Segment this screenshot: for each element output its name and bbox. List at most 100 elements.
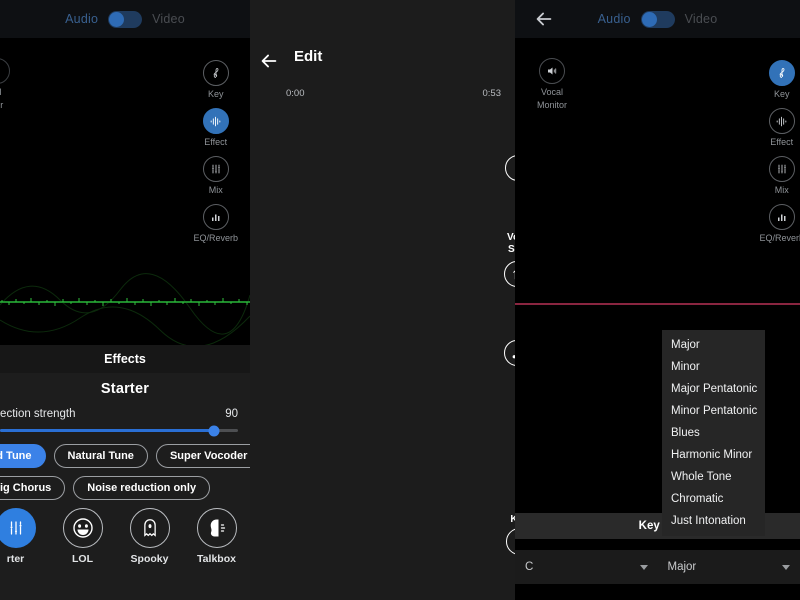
rail-item-mix[interactable]: Mix <box>768 156 795 195</box>
scale-select-value: Major <box>667 561 697 573</box>
vocal-sync-line1: Vocal <box>507 232 515 243</box>
effect-preset-label-lol: LOL <box>72 553 93 565</box>
dropdown-option[interactable]: Harmonic Minor <box>662 444 765 466</box>
rail-label-key: Key <box>207 89 224 99</box>
chevron-down-icon <box>639 564 648 570</box>
rail-label-mix: Mix <box>774 185 789 195</box>
dropdown-option[interactable]: Whole Tone <box>662 466 765 488</box>
chip-big-chorus[interactable]: Big Chorus <box>0 476 66 500</box>
chip-natural-tune[interactable]: Natural Tune <box>53 444 148 468</box>
chevron-down-icon <box>782 564 790 570</box>
left-panel: Audio Video al tor Key <box>0 0 250 600</box>
rail-label-effect: Effect <box>770 137 794 147</box>
waveform-icon <box>768 108 795 134</box>
back-arrow-icon[interactable] <box>533 8 555 30</box>
audio-video-toggle[interactable] <box>108 10 143 28</box>
treble-clef-icon <box>506 528 515 555</box>
speaker-icon <box>0 58 10 84</box>
audio-tab-label[interactable]: Audio <box>65 12 98 26</box>
left-audio-video-toolbar: Audio Video <box>0 0 250 38</box>
equalizer-icon <box>202 204 229 230</box>
green-waveform <box>0 250 250 350</box>
toggle-knob <box>641 11 657 27</box>
preset-title: Starter <box>100 381 150 397</box>
effect-preset-spooky[interactable]: Spooky <box>116 508 183 565</box>
dropdown-option[interactable]: Minor <box>662 356 765 378</box>
effects-sheet: Starter orrection strength 90 rd Tune Na… <box>0 373 250 600</box>
rail-label-mix: Mix <box>208 185 223 195</box>
mixer-icon <box>0 508 36 548</box>
rail-item-mix[interactable]: Mix <box>202 156 229 195</box>
vocal-monitor-label-line2: Monitor <box>537 100 568 111</box>
dropdown-option[interactable]: Major <box>662 334 765 356</box>
correction-strength-row: orrection strength 90 <box>0 397 250 420</box>
mixer-icon <box>202 156 229 182</box>
correction-strength-slider[interactable] <box>0 425 238 436</box>
slider-thumb[interactable] <box>208 425 220 436</box>
video-tab-label[interactable]: Video <box>152 12 185 26</box>
dropdown-option[interactable]: Chromatic <box>662 488 765 510</box>
music-note-icon[interactable] <box>504 340 515 366</box>
vocal-monitor-label-line1: al <box>0 87 10 97</box>
rail-item-effect[interactable]: Effect <box>202 108 229 147</box>
rail-label-effect: Effect <box>204 137 228 147</box>
effect-preset-label-starter: rter <box>6 553 25 565</box>
mixer-icon <box>768 156 795 182</box>
ghost-icon <box>129 508 170 548</box>
video-tab-label[interactable]: Video <box>685 12 718 26</box>
vocal-sync-label: Vocal Sync <box>503 232 515 255</box>
chip-row-2: Big Chorus Noise reduction only <box>0 476 250 500</box>
chip-hard-tune[interactable]: rd Tune <box>0 444 46 468</box>
rail-label-eq-reverb: EQ/Reverb <box>193 233 238 243</box>
scale-dropdown-menu[interactable]: Major Minor Major Pentatonic Minor Pentaton… <box>662 330 765 536</box>
scale-select[interactable]: Major <box>658 561 800 573</box>
rail-item-key[interactable]: Key <box>202 60 229 99</box>
vocal-sync-icon[interactable] <box>504 261 515 287</box>
speaker-icon <box>539 58 565 84</box>
rail-item-effect[interactable]: Effect <box>768 108 795 147</box>
timeline-times: 0:00 0:53 <box>286 88 501 99</box>
chip-noise-reduction-only[interactable]: Noise reduction only <box>73 476 211 500</box>
chip-super-vocoder[interactable]: Super Vocoder <box>155 444 250 468</box>
vocal-monitor-label-line1: Vocal <box>540 87 564 97</box>
treble-clef-icon <box>202 60 229 86</box>
time-end: 0:53 <box>482 88 502 99</box>
rail-item-key[interactable]: Key <box>768 60 795 99</box>
key-select-value: C <box>525 561 534 573</box>
dropdown-option[interactable]: Just Intonation <box>662 510 765 532</box>
equalizer-icon <box>768 204 795 230</box>
dropdown-option[interactable]: Major Pentatonic <box>662 378 765 400</box>
correction-strength-label: orrection strength <box>0 408 76 420</box>
treble-clef-icon <box>768 60 795 86</box>
vocal-sync-line2: Sync <box>508 243 515 255</box>
microphone-icon[interactable] <box>505 155 515 181</box>
vocal-monitor-button[interactable]: Vocal Monitor <box>537 58 567 111</box>
mid-panel-edit: Edit 0:00 0:53 Vocal Sync <box>250 0 515 600</box>
rail-item-eq-reverb[interactable]: EQ/Reverb <box>193 204 238 243</box>
back-arrow-icon[interactable] <box>258 50 280 72</box>
key-select[interactable]: C <box>515 561 658 573</box>
effect-preset-starter[interactable]: rter <box>0 508 49 565</box>
audio-tab-label[interactable]: Audio <box>598 12 631 26</box>
right-audio-video-toolbar: Audio Video <box>515 0 800 38</box>
effects-sheet-title: Effects <box>104 352 146 366</box>
dropdown-option[interactable]: Blues <box>662 422 765 444</box>
effect-preset-talkbox[interactable]: Talkbox <box>183 508 250 565</box>
edit-header: Edit <box>250 48 515 78</box>
vocal-monitor-button-cut[interactable]: al tor <box>0 58 10 111</box>
toggle-knob <box>109 11 125 27</box>
tune-mode-chips: rd Tune Natural Tune Super Vocoder Big C… <box>0 444 250 500</box>
red-waveform-line <box>515 303 800 305</box>
effect-preset-label-spooky: Spooky <box>130 553 169 565</box>
mid-tool-row: Key Effect Mix <box>506 514 515 555</box>
rail-item-eq-reverb[interactable]: EQ/Reverb <box>759 204 800 243</box>
audio-video-toggle[interactable] <box>640 10 675 28</box>
waveform-icon <box>202 108 229 134</box>
dropdown-option[interactable]: Minor Pentatonic <box>662 400 765 422</box>
effect-preset-lol[interactable]: LOL <box>49 508 116 565</box>
effects-sheet-header: Effects <box>0 345 250 373</box>
chip-row-1: rd Tune Natural Tune Super Vocoder <box>0 444 250 468</box>
mid-tool-key[interactable]: Key <box>506 514 515 555</box>
rail-label-eq-reverb: EQ/Reverb <box>759 233 800 243</box>
screenshot-stage: Audio Video al tor Key <box>0 0 800 600</box>
